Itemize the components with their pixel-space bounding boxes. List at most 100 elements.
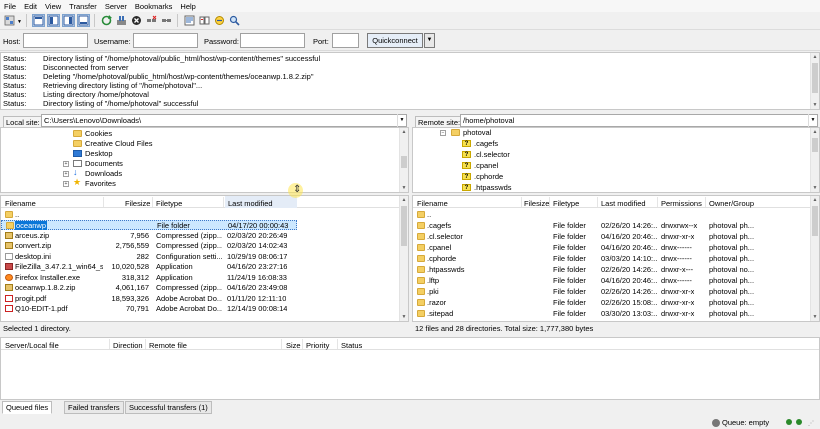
column-permissions[interactable]: Permissions bbox=[661, 199, 702, 208]
local-list-header: Filename Filesize Filetype Last modified bbox=[1, 196, 401, 208]
sync-browse-icon[interactable] bbox=[213, 14, 226, 27]
documents-icon bbox=[73, 160, 82, 167]
username-input[interactable] bbox=[133, 33, 198, 48]
column-size[interactable]: Size bbox=[286, 341, 301, 350]
compare-icon[interactable] bbox=[198, 14, 211, 27]
port-input[interactable] bbox=[332, 33, 359, 48]
log-scrollbar[interactable]: ▲ ▼ bbox=[810, 53, 819, 109]
table-row[interactable]: .pki File folder 02/26/20 14:26:... drwxr-x… bbox=[413, 287, 812, 297]
column-filetype[interactable]: Filetype bbox=[156, 199, 182, 208]
menu-help[interactable]: Help bbox=[176, 0, 199, 11]
toggle-queue-icon[interactable] bbox=[77, 14, 90, 27]
table-row[interactable]: .cl.selector File folder 04/16/20 20:46:..… bbox=[413, 232, 812, 242]
table-row[interactable]: .razor File folder 02/26/20 15:08:... drwxr… bbox=[413, 298, 812, 308]
unknown-folder-icon: ? bbox=[462, 173, 471, 180]
filter-icon[interactable] bbox=[183, 14, 196, 27]
tab-queued-files[interactable]: Queued files bbox=[2, 401, 53, 414]
refresh-icon[interactable] bbox=[100, 14, 113, 27]
table-row[interactable]: desktop.ini 282 Configuration setti... 10/2… bbox=[1, 252, 401, 262]
local-list-scrollbar[interactable]: ▲ ▼ bbox=[399, 196, 408, 321]
table-row[interactable]: arceus.zip 7,956 Compressed (zipp... 02/03/… bbox=[1, 231, 401, 241]
remote-file-list: Filename Filesize Filetype Last modified… bbox=[412, 195, 820, 322]
pane-splitter[interactable] bbox=[409, 113, 412, 335]
local-status-bar: Selected 1 directory. bbox=[0, 322, 409, 333]
menu-transfer[interactable]: Transfer bbox=[65, 0, 101, 11]
table-row[interactable]: convert.zip 2,756,559 Compressed (zipp... 0… bbox=[1, 241, 401, 251]
remote-path-dropdown-icon[interactable]: ▼ bbox=[808, 114, 817, 127]
site-manager-dropdown-icon[interactable]: ▼ bbox=[17, 19, 22, 25]
menu-bookmarks[interactable]: Bookmarks bbox=[131, 0, 177, 11]
column-remote-file[interactable]: Remote file bbox=[149, 341, 187, 350]
expand-icon[interactable]: + bbox=[63, 181, 69, 187]
local-site-bar: Local site: C:\Users\Lenovo\Downloads\ ▼ bbox=[0, 113, 409, 129]
table-row[interactable]: FileZilla_3.47.2.1_win64_sp...10,020,528… bbox=[1, 262, 401, 272]
table-row[interactable]: Firefox Installer.exe 318,312 Application 1… bbox=[1, 273, 401, 283]
table-row-selected[interactable]: oceanwp File folder 04/17/20 00:00:43 bbox=[1, 220, 297, 230]
collapse-icon[interactable]: − bbox=[440, 130, 446, 136]
password-input[interactable] bbox=[240, 33, 305, 48]
tab-successful-transfers[interactable]: Successful transfers (1) bbox=[125, 401, 212, 414]
table-row[interactable]: .sitepad File folder 03/30/20 13:03:... drw… bbox=[413, 309, 812, 319]
column-filename[interactable]: Filename bbox=[5, 199, 36, 208]
column-priority[interactable]: Priority bbox=[306, 341, 329, 350]
toggle-remote-tree-icon[interactable] bbox=[62, 14, 75, 27]
local-tree-scrollbar[interactable]: ▲ ▼ bbox=[399, 128, 408, 192]
pdf-icon bbox=[5, 305, 13, 312]
remote-status-bar: 12 files and 28 directories. Total size:… bbox=[412, 322, 820, 333]
queue-header: Server/Local file Direction Remote file … bbox=[1, 338, 819, 350]
table-row[interactable]: .htpasswds File folder 02/26/20 14:26:... d… bbox=[413, 265, 812, 275]
local-path-input[interactable]: C:\Users\Lenovo\Downloads\ bbox=[41, 114, 407, 127]
unknown-folder-icon: ? bbox=[462, 184, 471, 191]
folder-icon bbox=[417, 222, 425, 229]
table-row[interactable]: progit.pdf 18,593,326 Adobe Acrobat Do... 0… bbox=[1, 294, 401, 304]
table-row[interactable]: Q10-EDIT-1.pdf 70,791 Adobe Acrobat Do... 1… bbox=[1, 304, 401, 314]
toggle-local-tree-icon[interactable] bbox=[47, 14, 60, 27]
table-row[interactable]: .cagefs File folder 02/26/20 14:26:... drwx… bbox=[413, 221, 812, 231]
zip-icon bbox=[5, 242, 13, 249]
reconnect-icon[interactable] bbox=[160, 14, 173, 27]
column-status[interactable]: Status bbox=[341, 341, 362, 350]
cancel-icon[interactable] bbox=[130, 14, 143, 27]
folder-icon bbox=[417, 310, 425, 317]
process-queue-icon[interactable] bbox=[115, 14, 128, 27]
column-server-local-file[interactable]: Server/Local file bbox=[5, 341, 59, 350]
tab-failed-transfers[interactable]: Failed transfers bbox=[64, 401, 124, 414]
table-row[interactable]: .cphorde File folder 03/03/20 14:10:... drw… bbox=[413, 254, 812, 264]
remote-list-scrollbar[interactable]: ▲ ▼ bbox=[810, 196, 819, 321]
menu-server[interactable]: Server bbox=[101, 0, 131, 11]
quickconnect-bar: Host: Username: Password: Port: Quickcon… bbox=[0, 30, 820, 51]
column-filetype[interactable]: Filetype bbox=[553, 199, 579, 208]
table-row[interactable]: .cpanel File folder 04/16/20 20:46:... drwx… bbox=[413, 243, 812, 253]
column-filename[interactable]: Filename bbox=[417, 199, 448, 208]
disconnect-icon[interactable] bbox=[145, 14, 158, 27]
menu-file[interactable]: File bbox=[0, 0, 20, 11]
unknown-folder-icon: ? bbox=[462, 162, 471, 169]
table-row[interactable]: .. bbox=[1, 210, 401, 220]
quickconnect-button[interactable]: Quickconnect bbox=[367, 33, 423, 48]
toggle-message-log-icon[interactable] bbox=[32, 14, 45, 27]
port-label: Port: bbox=[313, 37, 329, 46]
username-label: Username: bbox=[94, 37, 131, 46]
quickconnect-dropdown-icon[interactable]: ▼ bbox=[424, 33, 435, 48]
column-direction[interactable]: Direction bbox=[113, 341, 143, 350]
table-row[interactable]: oceanwp.1.8.2.zip 4,061,167 Compressed (zi… bbox=[1, 283, 401, 293]
expand-icon[interactable]: + bbox=[63, 171, 69, 177]
column-owner-group[interactable]: Owner/Group bbox=[709, 199, 754, 208]
site-manager-icon[interactable] bbox=[3, 14, 16, 27]
remote-tree-scrollbar[interactable]: ▲ ▼ bbox=[810, 128, 819, 192]
expand-icon[interactable]: + bbox=[63, 161, 69, 167]
table-row[interactable]: .lftp File folder 04/16/20 20:46:... drwx--… bbox=[413, 276, 812, 286]
column-last-modified[interactable]: Last modified bbox=[225, 196, 297, 208]
column-filesize[interactable]: Filesize bbox=[524, 199, 549, 208]
resize-grip-icon[interactable]: ⋰ bbox=[808, 420, 814, 427]
toolbar: ▼ bbox=[0, 12, 820, 30]
search-icon[interactable] bbox=[228, 14, 241, 27]
menu-view[interactable]: View bbox=[41, 0, 65, 11]
column-last-modified[interactable]: Last modified bbox=[601, 199, 646, 208]
menu-edit[interactable]: Edit bbox=[20, 0, 41, 11]
remote-path-input[interactable]: /home/photoval bbox=[460, 114, 818, 127]
table-row[interactable]: .. bbox=[413, 210, 812, 220]
local-path-dropdown-icon[interactable]: ▼ bbox=[397, 114, 406, 127]
column-filesize[interactable]: Filesize bbox=[125, 199, 150, 208]
host-input[interactable] bbox=[23, 33, 88, 48]
